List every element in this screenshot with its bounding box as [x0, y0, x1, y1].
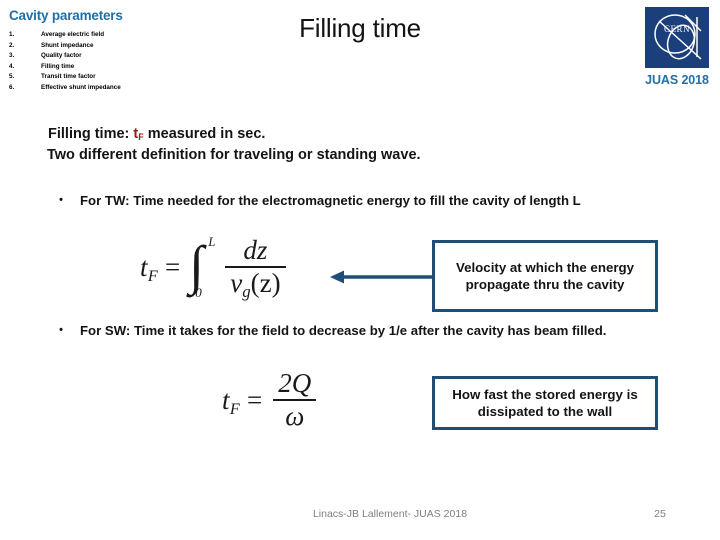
tf-symbol-subscript: F: [138, 132, 144, 142]
juas-badge: JUAS 2018: [645, 73, 709, 87]
list-item: 4. Filling time: [9, 62, 184, 73]
cern-logo: CERN: [644, 6, 710, 69]
equation-traveling-wave: tF = ∫ L 0 dz vg(z): [140, 232, 286, 302]
tf-symbol: tF: [133, 126, 143, 142]
slide-header: Cavity parameters 1. Average electric fie…: [0, 0, 720, 108]
equation-standing-wave: tF = 2Q ω: [222, 367, 317, 431]
list-item-label: Effective shunt impedance: [41, 83, 121, 91]
equation-lhs: tF: [140, 251, 159, 285]
cern-logo-graphic: CERN: [645, 7, 709, 68]
section-title: Cavity parameters: [9, 8, 123, 23]
arrow-left-icon: [330, 270, 434, 284]
equation-relation: =: [247, 384, 263, 415]
page-number: 25: [654, 508, 666, 520]
bullet-text: For SW: Time it takes for the field to d…: [80, 323, 607, 338]
denominator-sub: g: [242, 282, 251, 301]
bullet-marker-icon: •: [59, 194, 63, 206]
fraction-numerator: dz: [243, 234, 268, 265]
list-item-label: Transit time factor: [41, 73, 96, 80]
list-item-number: 4.: [9, 62, 15, 70]
intro-line-definitions: Two different definition for traveling o…: [47, 147, 421, 163]
intro-line-filling-time: Filling time: tF measured in sec.: [48, 126, 265, 142]
integral-upper-limit: L: [208, 234, 216, 249]
integral-operator: ∫ L 0: [187, 234, 221, 300]
bullet-text: For TW: Time needed for the electromagne…: [80, 193, 581, 208]
footer-text: Linacs-JB Lallement- JUAS 2018: [312, 508, 468, 520]
denominator-var: v: [230, 268, 243, 298]
list-item: 6. Effective shunt impedance: [9, 83, 184, 94]
equation-lhs-var: t: [140, 251, 148, 282]
callout-dissipated: How fast the stored energy is dissipated…: [432, 376, 658, 430]
list-item-number: 2.: [9, 41, 15, 49]
equation-lhs-sub: F: [229, 399, 241, 418]
callout-velocity: Velocity at which the energy propagate t…: [432, 240, 658, 312]
fraction-denominator: vg(z): [225, 268, 285, 301]
list-item-label: Shunt impedance: [41, 41, 94, 49]
integral-lower-limit: 0: [195, 285, 202, 300]
intro-text-after: measured in sec.: [143, 126, 266, 142]
bullet-standing-wave: • For SW: Time it takes for the field to…: [54, 322, 659, 339]
list-item-label: Quality factor: [41, 52, 82, 59]
fraction-denominator: ω: [285, 401, 305, 431]
list-item-number: 5.: [9, 73, 15, 80]
page-title: Filling time: [299, 13, 421, 43]
bullet-traveling-wave: • For TW: Time needed for the electromag…: [54, 192, 674, 209]
list-item-number: 3.: [9, 52, 15, 59]
fraction: dz vg(z): [225, 234, 286, 301]
bullet-marker-icon: •: [59, 324, 63, 336]
list-item-label: Filling time: [41, 62, 75, 70]
list-item-number: 1.: [9, 31, 15, 38]
svg-text:CERN: CERN: [664, 24, 690, 34]
list-item-number: 6.: [9, 83, 15, 91]
equation-relation: =: [165, 251, 181, 282]
equation-lhs: tF: [222, 384, 241, 418]
intro-text-before: Filling time:: [48, 126, 134, 142]
list-item: 5. Transit time factor: [9, 72, 184, 83]
fraction: 2Q ω: [273, 367, 317, 431]
list-item: 3. Quality factor: [9, 51, 184, 62]
denominator-arg: (z): [250, 268, 281, 298]
equation-lhs-var: t: [222, 384, 230, 415]
list-item-label: Average electric field: [41, 31, 105, 38]
fraction-numerator: 2Q: [278, 367, 312, 398]
equation-lhs-sub: F: [147, 266, 159, 285]
